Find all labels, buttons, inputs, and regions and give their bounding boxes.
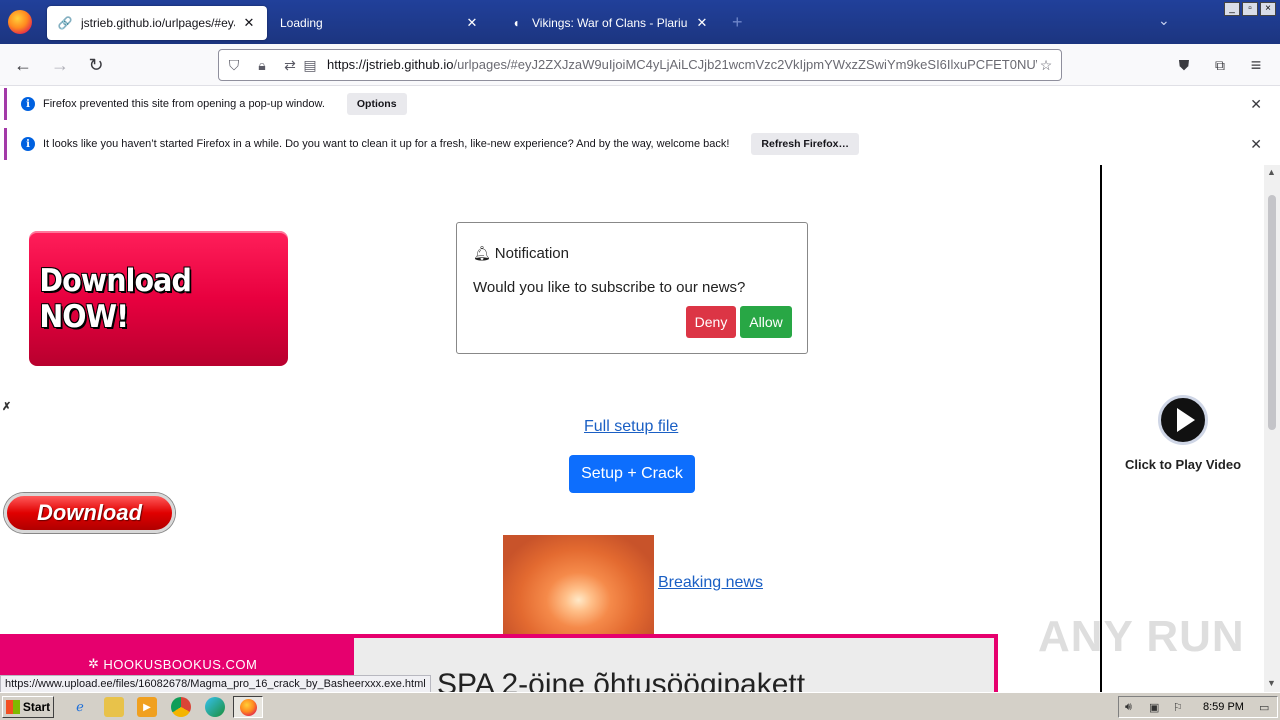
url-bar[interactable]: ⛉ 🔒︎ ⇄ ▤ https://jstrieb.github.io/urlpa… xyxy=(218,49,1062,81)
options-button[interactable]: Options xyxy=(346,93,407,115)
file-explorer-icon[interactable] xyxy=(104,697,124,717)
tab-label: Vikings: War of Clans - Plarium xyxy=(532,16,688,30)
close-notification-icon[interactable]: ✕ xyxy=(1250,136,1262,153)
close-tab-icon[interactable]: ✕ xyxy=(241,15,257,31)
ad-brand: HOOKUSBOOKUS.COM xyxy=(103,656,258,672)
pocket-icon[interactable]: ⛊ xyxy=(1171,53,1197,77)
close-window-icon[interactable]: × xyxy=(1260,2,1276,16)
full-setup-link[interactable]: Full setup file xyxy=(584,418,678,436)
tab-loading[interactable]: Loading ✕ xyxy=(270,6,490,40)
link-icon: 🔗 xyxy=(57,16,73,30)
dialog-title: 🔔︎ Notification xyxy=(473,245,569,262)
volume-icon[interactable]: 🔊︎ xyxy=(1125,701,1132,714)
new-tab-icon[interactable]: + xyxy=(732,12,743,33)
page-scrollbar[interactable]: ▲ ▼ xyxy=(1264,165,1280,692)
minimize-icon[interactable]: _ xyxy=(1224,2,1240,16)
extensions-icon[interactable]: ⧉ xyxy=(1207,53,1233,77)
dialog-message: Would you like to subscribe to our news? xyxy=(473,279,746,296)
notification-message: Firefox prevented this site from opening… xyxy=(43,98,325,110)
play-video-button[interactable] xyxy=(1158,395,1208,445)
window-controls: _ ▫ × xyxy=(1224,2,1276,16)
forward-icon[interactable]: → xyxy=(47,53,73,77)
broken-image-icon: ✗ xyxy=(2,401,12,413)
list-all-tabs-icon[interactable]: ⌄ xyxy=(1158,12,1170,29)
explosion-image[interactable] xyxy=(503,535,654,635)
download-button-label: Download xyxy=(36,500,143,525)
flag-icon[interactable]: ⚐ xyxy=(1173,701,1183,714)
play-video-label[interactable]: Click to Play Video xyxy=(1102,457,1264,472)
ad-logo: ✲ HOOKUSBOOKUS.COM xyxy=(88,656,257,672)
back-icon[interactable]: ← xyxy=(10,53,36,77)
anyrun-watermark: ANY RUN xyxy=(1038,612,1245,661)
setup-crack-button[interactable]: Setup + Crack xyxy=(569,455,695,493)
reload-icon[interactable]: ↻ xyxy=(83,53,109,77)
desktop: 🔗 jstrieb.github.io/urlpages/#eyJ2Z ✕ Lo… xyxy=(0,0,1280,720)
web-page: Download NOW! 🔔︎ Notification Would you … xyxy=(0,165,1100,692)
lock-icon[interactable]: 🔒︎ xyxy=(253,56,271,74)
system-tray: 🔊︎ ▣ ⚐ 8:59 PM ▭ xyxy=(1118,696,1278,718)
app-menu-icon[interactable]: ≡ xyxy=(1243,53,1269,77)
refresh-firefox-notification: i It looks like you haven’t started Fire… xyxy=(4,128,1276,160)
download-now-banner[interactable]: Download NOW! xyxy=(29,231,288,366)
windows-logo-icon xyxy=(5,700,20,714)
bookmark-star-icon[interactable]: ☆ xyxy=(1037,56,1055,74)
tab-label: jstrieb.github.io/urlpages/#eyJ2Z xyxy=(81,16,235,30)
scroll-down-icon[interactable]: ▼ xyxy=(1267,678,1276,688)
breaking-news-link[interactable]: Breaking news xyxy=(658,574,763,592)
close-tab-icon[interactable]: ✕ xyxy=(464,15,480,31)
url-text[interactable]: https://jstrieb.github.io/urlpages/#eyJ2… xyxy=(327,57,1037,72)
subscribe-dialog: 🔔︎ Notification Would you like to subscr… xyxy=(456,222,808,354)
tab-urlpages[interactable]: 🔗 jstrieb.github.io/urlpages/#eyJ2Z ✕ xyxy=(47,6,267,40)
url-domain: https://jstrieb.github.io xyxy=(327,57,454,72)
chrome-icon[interactable] xyxy=(171,697,191,717)
scrollbar-thumb[interactable] xyxy=(1268,195,1276,430)
close-notification-icon[interactable]: ✕ xyxy=(1250,96,1262,113)
ad-content-panel: a SPA 2-öine õhtusöögipakett xyxy=(354,638,994,692)
status-bar-url: https://www.upload.ee/files/16082678/Mag… xyxy=(0,675,431,693)
dialog-title-text: Notification xyxy=(494,245,569,262)
tab-label: Loading xyxy=(280,16,323,30)
notification-message: It looks like you haven’t started Firefo… xyxy=(43,138,730,150)
firefox-taskbar-button[interactable] xyxy=(233,696,263,718)
deny-button[interactable]: Deny xyxy=(686,306,736,338)
allow-button[interactable]: Allow xyxy=(740,306,792,338)
navigation-toolbar: ← → ↻ ⛉ 🔒︎ ⇄ ▤ https://jstrieb.github.io… xyxy=(0,44,1280,86)
media-player-icon[interactable]: ▶ xyxy=(137,697,157,717)
download-now-label: Download NOW! xyxy=(39,262,192,335)
page-icon[interactable]: ▤ xyxy=(301,56,319,74)
close-tab-icon[interactable]: ✕ xyxy=(694,15,710,31)
play-icon xyxy=(1176,408,1195,432)
show-desktop-icon[interactable]: ▭ xyxy=(1259,701,1269,714)
ad-headline: a SPA 2-öine õhtusöögipakett xyxy=(412,668,806,692)
tab-strip: 🔗 jstrieb.github.io/urlpages/#eyJ2Z ✕ Lo… xyxy=(0,0,1280,44)
network-icon[interactable]: ▣ xyxy=(1149,701,1159,714)
permissions-icon[interactable]: ⇄ xyxy=(281,56,299,74)
star-logo-icon: ✲ xyxy=(88,656,100,671)
refresh-firefox-button[interactable]: Refresh Firefox… xyxy=(751,133,859,155)
firefox-icon xyxy=(240,699,257,716)
info-icon: i xyxy=(21,137,35,151)
url-path: /urlpages/#eyJ2ZXJzaW9uIjoiMC4yLjAiLCJjb… xyxy=(453,57,1037,72)
start-button[interactable]: Start xyxy=(2,696,54,718)
download-button[interactable]: Download xyxy=(4,493,175,533)
bell-icon: 🔔︎ xyxy=(473,245,491,261)
firefox-menu-icon[interactable] xyxy=(8,10,32,34)
plarium-icon: ◖ xyxy=(512,16,520,30)
popup-blocked-notification: i Firefox prevented this site from openi… xyxy=(4,88,1276,120)
internet-explorer-icon[interactable]: ℯ xyxy=(70,697,90,717)
info-icon: i xyxy=(21,97,35,111)
shield-icon[interactable]: ⛉ xyxy=(225,56,243,74)
clock: 8:59 PM xyxy=(1203,701,1244,713)
start-label: Start xyxy=(22,700,51,714)
scroll-up-icon[interactable]: ▲ xyxy=(1267,167,1276,177)
taskbar: Start ℯ ▶ 🔊︎ ▣ ⚐ 8:59 PM ▭ xyxy=(0,692,1280,720)
tab-vikings[interactable]: ◖ Vikings: War of Clans - Plarium ✕ xyxy=(498,6,720,40)
maximize-icon[interactable]: ▫ xyxy=(1242,2,1258,16)
edge-icon[interactable] xyxy=(205,697,225,717)
